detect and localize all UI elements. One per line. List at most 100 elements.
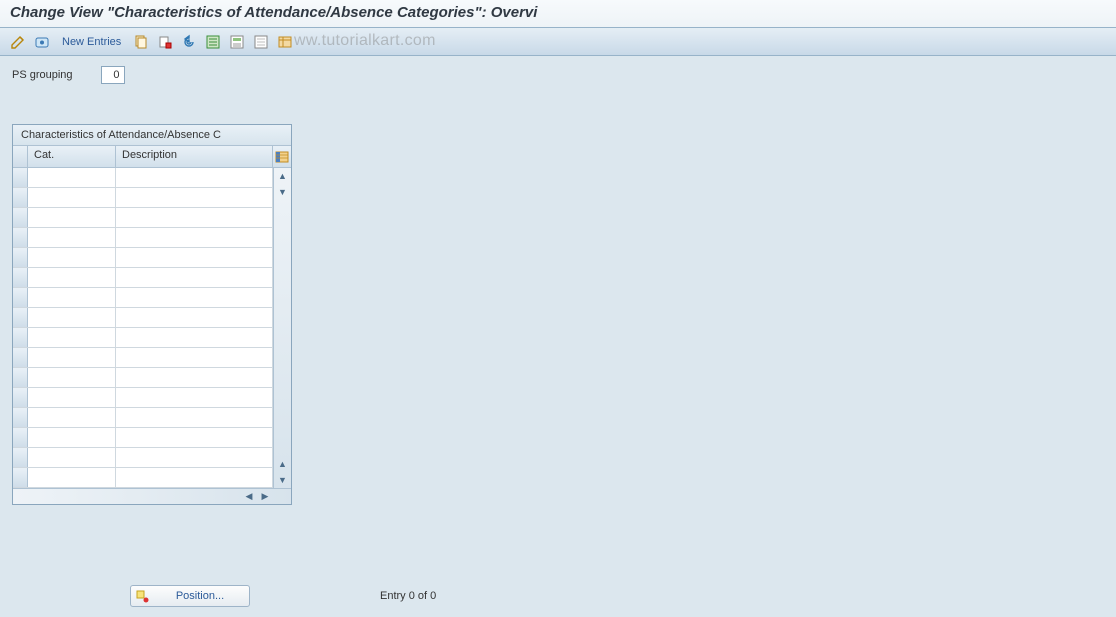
row-selector[interactable] <box>13 428 28 447</box>
scroll-right-icon[interactable]: ▶ <box>257 489 273 504</box>
cell-description[interactable] <box>116 348 273 367</box>
table-row[interactable] <box>13 228 273 248</box>
cell-description[interactable] <box>116 268 273 287</box>
table-row[interactable] <box>13 428 273 448</box>
row-selector[interactable] <box>13 328 28 347</box>
position-button[interactable]: Position... <box>130 585 250 607</box>
cell-cat[interactable] <box>28 328 116 347</box>
row-selector[interactable] <box>13 188 28 207</box>
cell-cat[interactable] <box>28 288 116 307</box>
row-selector[interactable] <box>13 388 28 407</box>
column-header-description[interactable]: Description <box>116 146 273 167</box>
cell-description[interactable] <box>116 468 273 487</box>
table-row[interactable] <box>13 208 273 228</box>
cell-description[interactable] <box>116 328 273 347</box>
table-row[interactable] <box>13 248 273 268</box>
row-selector[interactable] <box>13 448 28 467</box>
deselect-all-icon[interactable] <box>251 32 271 52</box>
row-selector[interactable] <box>13 288 28 307</box>
ps-grouping-input[interactable] <box>101 66 125 84</box>
cell-cat[interactable] <box>28 388 116 407</box>
row-selector[interactable] <box>13 248 28 267</box>
cell-cat[interactable] <box>28 248 116 267</box>
table-row[interactable] <box>13 408 273 428</box>
row-selector[interactable] <box>13 348 28 367</box>
vertical-scrollbar[interactable]: ▲ ▼ ▲ ▼ <box>273 168 291 488</box>
cell-description[interactable] <box>116 448 273 467</box>
cell-description[interactable] <box>116 388 273 407</box>
cell-cat[interactable] <box>28 208 116 227</box>
cell-description[interactable] <box>116 208 273 227</box>
table-row[interactable] <box>13 288 273 308</box>
cell-cat[interactable] <box>28 268 116 287</box>
cell-cat[interactable] <box>28 348 116 367</box>
cell-description[interactable] <box>116 248 273 267</box>
cell-description[interactable] <box>116 228 273 247</box>
cell-cat[interactable] <box>28 408 116 427</box>
content-area: PS grouping Characteristics of Attendanc… <box>0 56 1116 617</box>
row-selector[interactable] <box>13 208 28 227</box>
cell-description[interactable] <box>116 188 273 207</box>
horizontal-scrollbar[interactable]: ◀ ▶ <box>13 488 291 504</box>
ps-grouping-row: PS grouping <box>12 66 1104 84</box>
cell-cat[interactable] <box>28 448 116 467</box>
cell-description[interactable] <box>116 408 273 427</box>
cell-description[interactable] <box>116 368 273 387</box>
cell-cat[interactable] <box>28 428 116 447</box>
table-row[interactable] <box>13 368 273 388</box>
cell-cat[interactable] <box>28 368 116 387</box>
cell-cat[interactable] <box>28 168 116 187</box>
cell-description[interactable] <box>116 168 273 187</box>
delete-icon[interactable] <box>155 32 175 52</box>
cell-description[interactable] <box>116 308 273 327</box>
scroll-left-icon[interactable]: ◀ <box>241 489 257 504</box>
table-row[interactable] <box>13 448 273 468</box>
row-selector[interactable] <box>13 408 28 427</box>
scroll-down-icon[interactable]: ▼ <box>274 184 291 200</box>
position-label: Position... <box>176 590 224 602</box>
change-icon[interactable] <box>8 32 28 52</box>
copy-icon[interactable] <box>131 32 151 52</box>
select-block-icon[interactable] <box>227 32 247 52</box>
cell-cat[interactable] <box>28 228 116 247</box>
table-settings-icon[interactable] <box>275 32 295 52</box>
table-title: Characteristics of Attendance/Absence C <box>13 125 291 146</box>
row-selector[interactable] <box>13 168 28 187</box>
row-selector[interactable] <box>13 268 28 287</box>
row-selector[interactable] <box>13 368 28 387</box>
table-row[interactable] <box>13 168 273 188</box>
table-row[interactable] <box>13 348 273 368</box>
application-toolbar: New Entries ww.tutorialkart.com <box>0 28 1116 56</box>
scroll-down2-icon[interactable]: ▼ <box>274 472 291 488</box>
table-row[interactable] <box>13 268 273 288</box>
new-entries-button[interactable]: New Entries <box>56 34 127 50</box>
position-icon <box>135 589 149 603</box>
table-row[interactable] <box>13 468 273 488</box>
table-row[interactable] <box>13 388 273 408</box>
row-selector[interactable] <box>13 308 28 327</box>
cell-description[interactable] <box>116 428 273 447</box>
table-body: ▲ ▼ ▲ ▼ <box>13 168 291 488</box>
scroll-up-icon[interactable]: ▲ <box>274 168 291 184</box>
table-row[interactable] <box>13 328 273 348</box>
ps-grouping-label: PS grouping <box>12 69 93 81</box>
table-row[interactable] <box>13 308 273 328</box>
select-all-icon[interactable] <box>203 32 223 52</box>
entry-status: Entry 0 of 0 <box>380 590 436 602</box>
footer-row: Position... Entry 0 of 0 <box>130 585 436 607</box>
title-text: Change View "Characteristics of Attendan… <box>10 4 537 21</box>
cell-cat[interactable] <box>28 308 116 327</box>
undo-icon[interactable] <box>179 32 199 52</box>
scroll-up2-icon[interactable]: ▲ <box>274 456 291 472</box>
other-view-icon[interactable] <box>32 32 52 52</box>
table-config-icon[interactable] <box>273 146 291 167</box>
table-row[interactable] <box>13 188 273 208</box>
row-selector[interactable] <box>13 468 28 487</box>
table-header: Cat. Description <box>13 146 291 168</box>
row-selector[interactable] <box>13 228 28 247</box>
select-all-column[interactable] <box>13 146 28 167</box>
column-header-cat[interactable]: Cat. <box>28 146 116 167</box>
cell-cat[interactable] <box>28 468 116 487</box>
cell-cat[interactable] <box>28 188 116 207</box>
cell-description[interactable] <box>116 288 273 307</box>
